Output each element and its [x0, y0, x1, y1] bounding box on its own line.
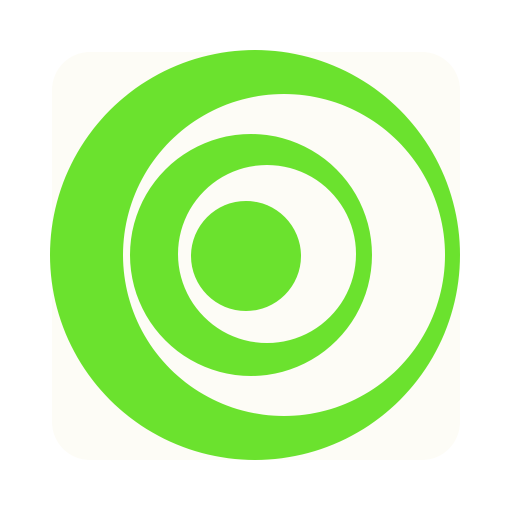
app-icon-canvas: [0, 0, 512, 512]
concentric-rings-logo-icon: [49, 50, 460, 460]
inner-dot: [191, 201, 301, 311]
